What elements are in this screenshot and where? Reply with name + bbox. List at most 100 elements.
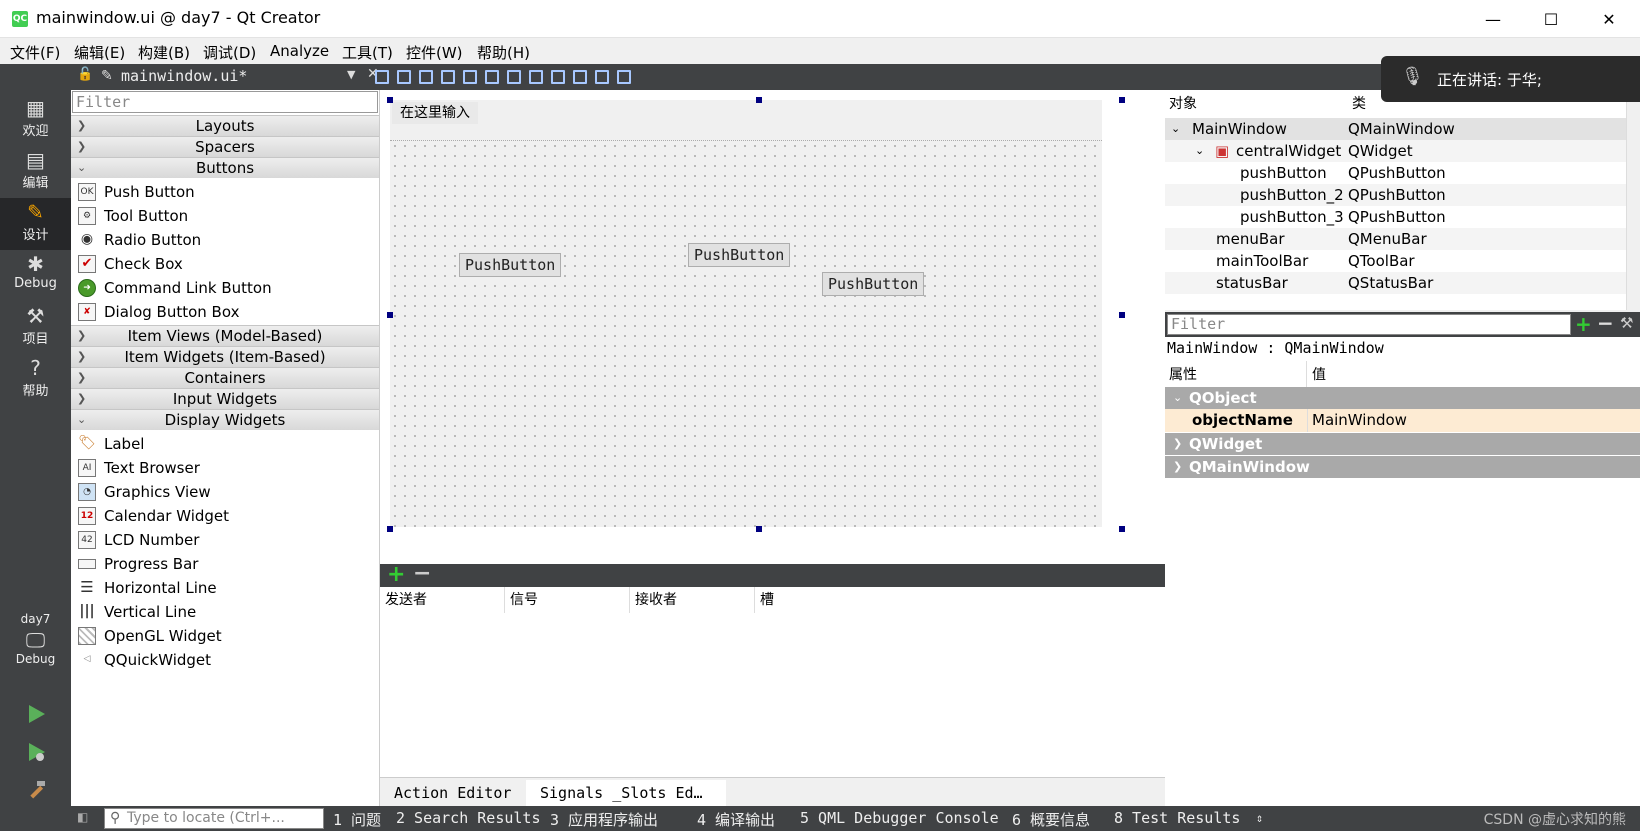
tree-row-maintoolbar[interactable]: mainToolBar QToolBar	[1165, 250, 1640, 272]
build-button[interactable]	[0, 772, 71, 808]
resize-handle[interactable]	[756, 97, 762, 103]
property-row-objectname[interactable]: objectName MainWindow	[1165, 409, 1640, 432]
kit-selector[interactable]: day7 🖵 Debug	[0, 612, 71, 692]
widget-push-button[interactable]: OK Push Button	[71, 180, 379, 204]
adjust-size-icon[interactable]	[617, 70, 631, 84]
header-sender[interactable]: 发送者	[380, 587, 505, 613]
run-button[interactable]	[0, 696, 71, 732]
more-tabs-icon[interactable]: ⇕	[1256, 811, 1263, 825]
splitter-vertical-icon[interactable]	[529, 70, 543, 84]
menu-build[interactable]: 构建(B)	[138, 42, 190, 63]
widget-calendar[interactable]: 12 Calendar Widget	[71, 504, 379, 528]
edit-buddies-icon[interactable]	[419, 70, 433, 84]
output-tab-general-messages[interactable]: 6 概要信息	[1012, 809, 1090, 830]
tree-row-centralwidget[interactable]: ⌄ ▣ centralWidget QWidget	[1165, 140, 1640, 162]
edit-signals-icon[interactable]	[397, 70, 411, 84]
tree-row-statusbar[interactable]: statusBar QStatusBar	[1165, 272, 1640, 294]
widget-command-link-button[interactable]: ➜ Command Link Button	[71, 276, 379, 300]
central-widget[interactable]: PushButton PushButton PushButton	[390, 140, 1102, 527]
resize-handle[interactable]	[1119, 526, 1125, 532]
widget-qquickwidget[interactable]: ◁ QQuickWidget	[71, 648, 379, 672]
property-value[interactable]: MainWindow	[1307, 409, 1407, 432]
widget-text-browser[interactable]: AI Text Browser	[71, 456, 379, 480]
tree-row-menubar[interactable]: menuBar QMenuBar	[1165, 228, 1640, 250]
locator-input[interactable]: ⚲ Type to locate (Ctrl+...	[104, 808, 324, 829]
sidebar-toggle-icon[interactable]: ◧	[77, 810, 88, 824]
layout-grid-icon[interactable]	[573, 70, 587, 84]
widget-tool-button[interactable]: ⚙ Tool Button	[71, 204, 379, 228]
maximize-button[interactable]: ☐	[1522, 0, 1580, 38]
category-layouts[interactable]: ❯ Layouts	[71, 115, 379, 136]
resize-handle[interactable]	[387, 97, 393, 103]
group-qwidget[interactable]: ❯ QWidget	[1165, 433, 1640, 455]
group-qmainwindow[interactable]: ❯ QMainWindow	[1165, 456, 1640, 478]
output-tab-compile[interactable]: 4 编译输出	[697, 809, 775, 830]
document-selector[interactable]: mainwindow.ui*	[121, 67, 247, 85]
form-push-button-2[interactable]: PushButton	[688, 243, 791, 267]
mode-projects[interactable]: ⚒ 项目	[0, 302, 71, 354]
menu-edit[interactable]: 编辑(E)	[74, 42, 125, 63]
output-tab-issues[interactable]: 1 问题	[333, 809, 381, 830]
resize-handle[interactable]	[1119, 97, 1125, 103]
output-tab-app-output[interactable]: 3 应用程序输出	[550, 809, 658, 830]
resize-handle[interactable]	[756, 526, 762, 532]
menu-file[interactable]: 文件(F)	[10, 42, 60, 63]
tree-row-pushbutton[interactable]: pushButton QPushButton	[1165, 162, 1640, 184]
add-connection-icon[interactable]: +	[387, 562, 405, 587]
tab-action-editor[interactable]: Action Editor	[380, 780, 525, 806]
mode-help[interactable]: ? 帮助	[0, 354, 71, 406]
header-signal[interactable]: 信号	[505, 587, 630, 613]
category-item-views[interactable]: ❯ Item Views (Model-Based)	[71, 325, 379, 346]
tree-row-pushbutton-3[interactable]: pushButton_3 QPushButton	[1165, 206, 1640, 228]
category-display-widgets[interactable]: ⌄ Display Widgets	[71, 409, 379, 430]
debug-run-button[interactable]	[0, 734, 71, 770]
minimize-button[interactable]: —	[1464, 0, 1522, 38]
header-property[interactable]: 属性	[1165, 361, 1307, 389]
category-containers[interactable]: ❯ Containers	[71, 367, 379, 388]
output-tab-search[interactable]: 2 Search Results	[396, 809, 541, 827]
splitter-horizontal-icon[interactable]	[507, 70, 521, 84]
wrench-icon[interactable]: ⚒	[1620, 314, 1633, 332]
property-filter-input[interactable]: Filter	[1167, 314, 1571, 335]
layout-form-icon[interactable]	[551, 70, 565, 84]
chevron-down-icon[interactable]: ▼	[347, 68, 355, 81]
remove-property-icon[interactable]: −	[1597, 311, 1614, 335]
tree-row-pushbutton-2[interactable]: pushButton_2 QPushButton	[1165, 184, 1640, 206]
edit-widgets-icon[interactable]	[375, 70, 389, 84]
widget-graphics-view[interactable]: ◔ Graphics View	[71, 480, 379, 504]
menu-widget[interactable]: 控件(W)	[406, 42, 463, 63]
mode-design[interactable]: ✎ 设计	[0, 198, 71, 250]
tab-signals-slots[interactable]: Signals _Slots Ed…	[526, 780, 726, 806]
widget-vertical-line[interactable]: ||| Vertical Line	[71, 600, 379, 624]
mode-edit[interactable]: ▤ 编辑	[0, 146, 71, 198]
close-button[interactable]: ✕	[1580, 0, 1638, 38]
widget-check-box[interactable]: ✔ Check Box	[71, 252, 379, 276]
form-push-button-1[interactable]: PushButton	[459, 253, 562, 277]
widget-dialog-button-box[interactable]: ✘ Dialog Button Box	[71, 300, 379, 324]
remove-connection-icon[interactable]: −	[413, 561, 431, 586]
mode-welcome[interactable]: ▦ 欢迎	[0, 94, 71, 146]
layout-horizontal-icon[interactable]	[463, 70, 477, 84]
form-menu-placeholder[interactable]: 在这里输入	[392, 102, 478, 124]
object-inspector-scrollbar[interactable]	[1626, 90, 1640, 310]
menu-help[interactable]: 帮助(H)	[477, 42, 530, 63]
mode-debug[interactable]: ✱ Debug	[0, 250, 71, 302]
widget-filter-input[interactable]: Filter	[72, 91, 378, 113]
category-spacers[interactable]: ❯ Spacers	[71, 136, 379, 157]
layout-vertical-icon[interactable]	[485, 70, 499, 84]
header-value[interactable]: 值	[1308, 361, 1628, 389]
category-buttons[interactable]: ⌄ Buttons	[71, 157, 379, 178]
widget-progress-bar[interactable]: Progress Bar	[71, 552, 379, 576]
resize-handle[interactable]	[387, 312, 393, 318]
widget-horizontal-line[interactable]: ☰ Horizontal Line	[71, 576, 379, 600]
tree-row-mainwindow[interactable]: ⌄ MainWindow QMainWindow	[1165, 118, 1640, 140]
header-object[interactable]: 对象	[1165, 90, 1347, 118]
menu-tools[interactable]: 工具(T)	[342, 42, 393, 63]
menu-debug[interactable]: 调试(D)	[203, 42, 256, 63]
widget-label[interactable]: 🏷 Label	[71, 432, 379, 456]
add-property-icon[interactable]: +	[1575, 312, 1592, 336]
header-receiver[interactable]: 接收者	[630, 587, 755, 613]
output-tab-qml-console[interactable]: 5 QML Debugger Console	[800, 809, 999, 827]
form-push-button-3[interactable]: PushButton	[822, 272, 925, 296]
break-layout-icon[interactable]	[595, 70, 609, 84]
